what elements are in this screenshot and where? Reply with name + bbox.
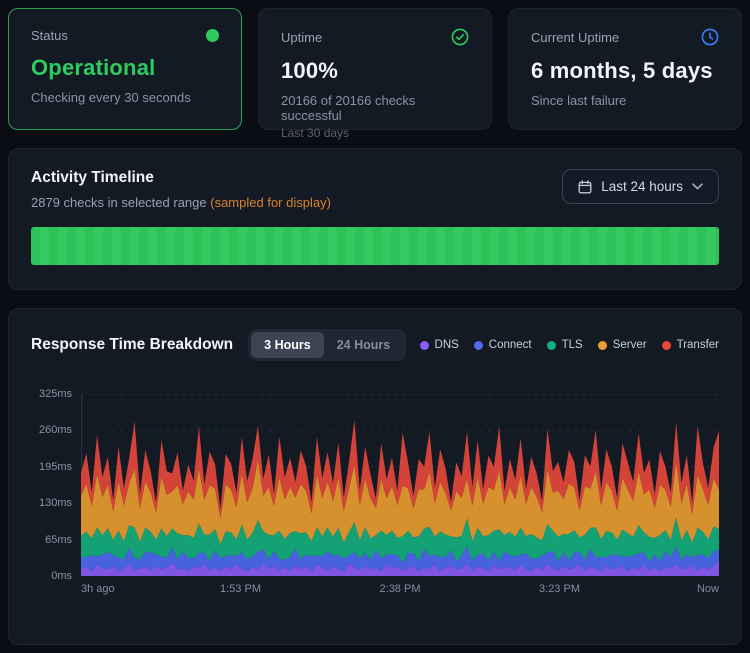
chart-x-axis: 3h ago 1:53 PM 2:38 PM 3:23 PM Now (81, 583, 719, 605)
uptime-timeline-bar[interactable] (31, 227, 719, 265)
status-subtitle: Checking every 30 seconds (31, 90, 191, 105)
legend-item-dns[interactable]: DNS (419, 339, 459, 351)
checks-count-text: 2879 checks in selected range (31, 195, 207, 210)
y-tick-130: 130ms (38, 497, 72, 510)
connect-color-dot-icon (473, 340, 483, 350)
server-color-dot-icon (597, 340, 607, 350)
current-uptime-value: 6 months, 5 days (531, 58, 713, 83)
sampled-note: (sampled for display) (210, 195, 331, 210)
x-tick-323pm: 3:23 PM (539, 583, 580, 595)
status-value: Operational (31, 55, 156, 80)
time-window-toggle: 3 Hours 24 Hours (248, 329, 407, 361)
time-range-label: Last 24 hours (601, 179, 683, 194)
x-tick-238pm: 2:38 PM (379, 583, 421, 595)
x-tick-now: Now (696, 583, 719, 595)
legend-label-transfer: Transfer (676, 339, 719, 351)
legend-item-connect[interactable]: Connect (473, 339, 532, 351)
legend-item-server[interactable]: Server (597, 339, 647, 351)
chart-y-axis: 325ms 260ms 195ms 130ms 65ms 0ms (31, 388, 81, 582)
toggle-3-hours[interactable]: 3 Hours (251, 332, 324, 358)
time-range-dropdown[interactable]: Last 24 hours (562, 169, 719, 204)
activity-title: Activity Timeline (31, 169, 154, 186)
current-uptime-card: Current Uptime 6 months, 5 days Since la… (508, 8, 742, 130)
legend-label-dns: DNS (434, 339, 459, 351)
stacked-area-chart (81, 394, 719, 576)
stat-cards-row: Status Operational Checking every 30 sec… (8, 8, 742, 140)
check-circle-icon (451, 28, 469, 46)
response-time-card: Response Time Breakdown 3 Hours 24 Hours… (8, 308, 742, 645)
chart-plot: 3h ago 1:53 PM 2:38 PM 3:23 PM Now (81, 394, 719, 605)
legend-item-tls[interactable]: TLS (546, 339, 583, 351)
x-tick-3h-ago: 3h ago (81, 583, 115, 595)
uptime-period-text: Last 30 days (281, 126, 350, 140)
legend-item-transfer[interactable]: Transfer (661, 339, 719, 351)
uptime-dashboard: Status Operational Checking every 30 sec… (0, 0, 750, 653)
uptime-card-label: Uptime (281, 29, 323, 45)
activity-subtitle: 2879 checks in selected range (sampled f… (31, 195, 331, 210)
y-tick-65: 65ms (45, 533, 72, 546)
uptime-card: Uptime 100% 20166 of 20166 checks succes… (258, 8, 492, 140)
since-last-failure-text: Since last failure (531, 93, 627, 108)
legend-label-tls: TLS (561, 339, 583, 351)
status-card-label: Status (31, 28, 68, 43)
uptime-percentage: 100% (281, 58, 339, 83)
x-tick-153pm: 1:53 PM (220, 583, 261, 595)
legend-label-server: Server (612, 339, 647, 351)
dns-color-dot-icon (419, 340, 429, 350)
current-uptime-card-label: Current Uptime (531, 29, 620, 45)
response-time-chart-area: 325ms 260ms 195ms 130ms 65ms 0ms 3h ago … (31, 388, 719, 605)
checks-successful-text: 20166 of 20166 checks successful (281, 93, 416, 123)
calendar-icon (578, 179, 592, 194)
y-tick-325: 325ms (38, 388, 72, 400)
y-tick-0: 0ms (51, 570, 72, 582)
transfer-color-dot-icon (661, 340, 671, 350)
activity-heading-block: Activity Timeline 2879 checks in selecte… (31, 169, 331, 210)
y-tick-260: 260ms (38, 424, 72, 437)
chevron-down-icon (692, 183, 703, 190)
tls-color-dot-icon (546, 340, 556, 350)
y-tick-195: 195ms (38, 460, 72, 473)
activity-timeline-card: Activity Timeline 2879 checks in selecte… (8, 148, 742, 290)
legend-label-connect: Connect (488, 339, 532, 351)
toggle-24-hours[interactable]: 24 Hours (324, 332, 404, 358)
status-dot-icon (206, 29, 219, 42)
response-title: Response Time Breakdown (31, 336, 234, 353)
status-card: Status Operational Checking every 30 sec… (8, 8, 242, 130)
chart-legend: DNS Connect TLS Server Transfer (419, 339, 719, 351)
clock-icon (701, 28, 719, 46)
